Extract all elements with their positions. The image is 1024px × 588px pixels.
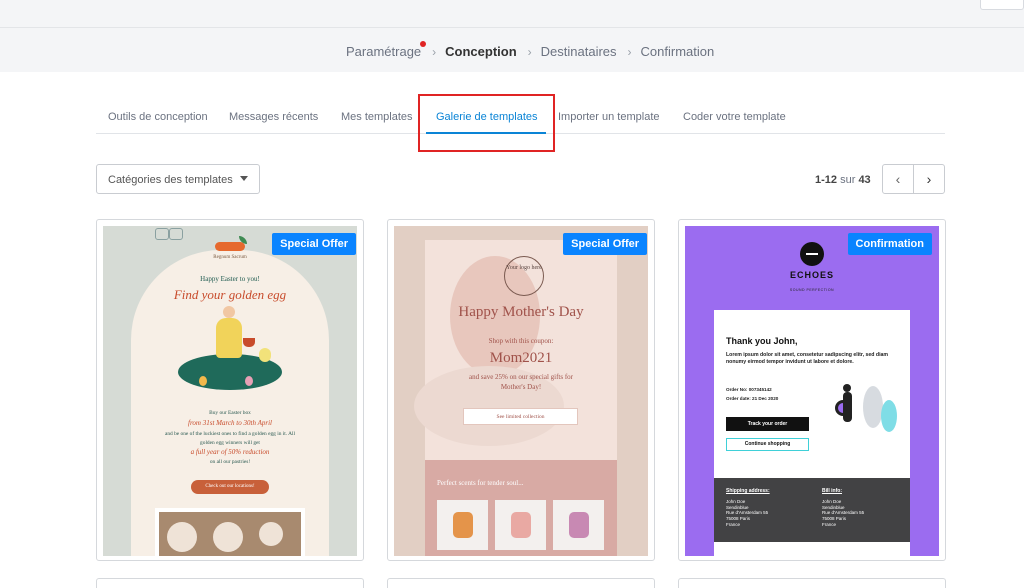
cupcake-illustration xyxy=(259,522,283,546)
template-card-echoes[interactable]: ECHOES SOUND PERFECTION Thank you John, … xyxy=(678,219,946,561)
next-page-button[interactable]: › xyxy=(913,164,945,194)
order-number: Order No: 007345142 xyxy=(726,387,772,392)
template-text: golden egg winners will get xyxy=(200,440,260,446)
page-range: 1-12 xyxy=(815,174,838,186)
cupcake-illustration xyxy=(213,522,243,552)
step-label: Paramétrage xyxy=(346,44,422,59)
person-illustration xyxy=(843,392,852,422)
person-illustration xyxy=(843,384,851,392)
template-text: Buy our Easter box xyxy=(209,410,251,416)
tab-messages-recents[interactable]: Messages récents xyxy=(229,111,318,123)
decor-icon xyxy=(169,228,183,240)
template-title: Happy Mother's Day xyxy=(458,304,584,320)
step-label: Destinataires xyxy=(540,44,617,59)
template-text: and save 25% on our special gifts for xyxy=(469,373,573,381)
decor-icon xyxy=(155,228,169,240)
template-badge: Confirmation xyxy=(847,233,932,255)
basket-illustration xyxy=(243,338,255,347)
template-button: See limited collection xyxy=(463,408,578,425)
template-cta: Check out our locations! xyxy=(191,480,269,494)
template-preview: Your logo here Happy Mother's Day Shop w… xyxy=(394,226,648,556)
template-logo: Your logo here xyxy=(504,256,544,296)
chevron-right-icon: › xyxy=(926,171,932,187)
shipping-label: Shipping address: xyxy=(726,488,770,494)
template-tagline: SOUND PERFECTION xyxy=(789,288,835,292)
template-section-title: Perfect scents for tender soul... xyxy=(437,479,524,487)
select-label: Catégories des templates xyxy=(108,174,233,186)
template-card[interactable] xyxy=(678,578,946,588)
person-illustration xyxy=(223,306,235,318)
shipping-address: John Doe Sendinblue Rue d'Amsterdam 55 7… xyxy=(726,499,769,527)
perfume-icon xyxy=(453,512,473,538)
template-category-select[interactable]: Catégories des templates xyxy=(96,164,260,194)
tab-coder-votre-template[interactable]: Coder votre template xyxy=(683,111,786,123)
template-badge: Special Offer xyxy=(272,233,356,255)
billing-label: Bill info: xyxy=(822,488,842,494)
template-track-button: Track your order xyxy=(726,417,809,431)
template-text: Mother's Day! xyxy=(500,383,542,391)
template-headline: Find your golden egg xyxy=(173,287,287,302)
top-bar xyxy=(0,0,1024,28)
template-greeting: Happy Easter to you! xyxy=(200,275,260,283)
chevron-right-icon: › xyxy=(627,44,632,59)
person-illustration xyxy=(216,318,242,358)
template-brand: ECHOES xyxy=(789,270,834,280)
egg-icon xyxy=(245,376,253,386)
step-conception[interactable]: Conception xyxy=(445,44,517,59)
template-text: and be one of the luckiest ones to find … xyxy=(164,431,296,437)
corner-button[interactable] xyxy=(980,0,1024,10)
chevron-right-icon: › xyxy=(527,44,532,59)
page-of: sur xyxy=(840,174,856,186)
step-destinataires[interactable]: Destinataires xyxy=(541,44,617,59)
template-text: Shop with this coupon: xyxy=(488,337,554,345)
perfume-icon xyxy=(511,512,531,538)
tab-mes-templates[interactable]: Mes templates xyxy=(341,111,413,123)
template-card[interactable] xyxy=(387,578,655,588)
template-preview: ECHOES SOUND PERFECTION Thank you John, … xyxy=(685,226,939,556)
template-badge: Special Offer xyxy=(563,233,647,255)
template-greeting: Thank you John, xyxy=(726,336,798,346)
template-paper xyxy=(714,542,910,556)
perfume-icon xyxy=(569,512,589,538)
template-preview: Regnum Sacrum Happy Easter to you! Find … xyxy=(103,226,357,556)
template-coupon-code: Mom2021 xyxy=(489,350,553,366)
pagination-count: 1-12 sur 43 xyxy=(815,174,871,186)
product-image xyxy=(495,500,546,550)
order-date: Order date: 21 Dec 2020 xyxy=(726,396,779,401)
chevron-left-icon: ‹ xyxy=(895,171,901,187)
egg-icon xyxy=(199,376,207,386)
template-brand: Regnum Sacrum xyxy=(213,255,247,260)
template-text: on all our pastries! xyxy=(209,459,251,465)
template-continue-button: Continue shopping xyxy=(726,438,809,451)
template-text: Lorem ipsum dolor sit amet, consetetur s… xyxy=(726,352,889,366)
cupcake-illustration xyxy=(167,522,197,552)
sound-wave-icon xyxy=(800,242,824,266)
carrot-logo-icon xyxy=(215,242,245,251)
page-total: 43 xyxy=(858,174,871,186)
tab-outils-de-conception[interactable]: Outils de conception xyxy=(108,111,208,123)
template-text: from 31st March to 30th April xyxy=(188,419,272,427)
campaign-stepper: Paramétrage › Conception › Destinataires… xyxy=(0,28,1024,72)
previous-page-button[interactable]: ‹ xyxy=(882,164,914,194)
chevron-right-icon: › xyxy=(432,44,437,59)
billing-address: John Doe Sendinblue Rue d'Amsterdam 55 7… xyxy=(822,499,865,527)
template-text: a full year of 50% reduction xyxy=(190,448,270,456)
product-image xyxy=(437,500,488,550)
highlight-box xyxy=(418,94,555,152)
product-image xyxy=(553,500,604,550)
template-card-mothers-day[interactable]: Your logo here Happy Mother's Day Shop w… xyxy=(387,219,655,561)
template-card[interactable] xyxy=(96,578,364,588)
step-parametrage[interactable]: Paramétrage xyxy=(346,41,427,59)
plant-illustration xyxy=(881,400,897,432)
tab-importer-un-template[interactable]: Importer un template xyxy=(558,111,660,123)
plant-illustration xyxy=(863,386,883,428)
step-label: Conception xyxy=(445,44,517,59)
step-confirmation[interactable]: Confirmation xyxy=(641,44,715,59)
step-label: Confirmation xyxy=(640,44,715,59)
chevron-down-icon xyxy=(240,176,248,181)
template-card-easter[interactable]: Regnum Sacrum Happy Easter to you! Find … xyxy=(96,219,364,561)
notification-dot xyxy=(420,41,427,47)
bunny-illustration xyxy=(259,348,271,362)
